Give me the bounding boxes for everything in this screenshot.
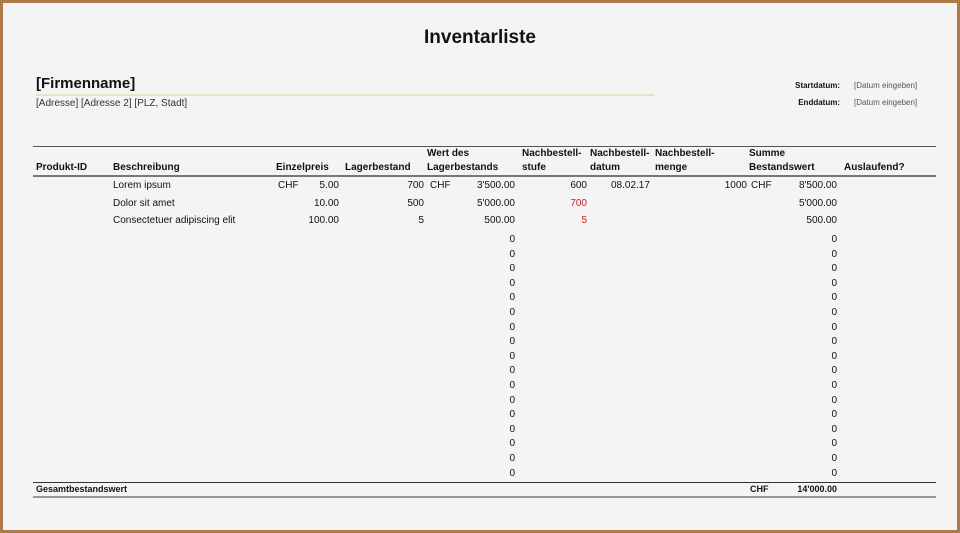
- empty-row-sum[interactable]: 0: [777, 234, 837, 246]
- header-summe-1: Summe: [749, 148, 786, 159]
- item-sum[interactable]: 500.00: [767, 215, 837, 227]
- header-stufe-1: Nachbestell-: [522, 148, 582, 159]
- empty-row-sum[interactable]: 0: [777, 249, 837, 261]
- header-wert-2: Lagerbestands: [427, 162, 499, 173]
- footer-top-line: [33, 482, 936, 483]
- empty-row-value[interactable]: 0: [455, 292, 515, 304]
- item-reorder-level[interactable]: 5: [537, 215, 587, 227]
- empty-row-sum[interactable]: 0: [777, 307, 837, 319]
- header-lagerbestand: Lagerbestand: [345, 162, 411, 173]
- footer-bottom-line: [33, 496, 936, 498]
- empty-row-value[interactable]: 0: [455, 263, 515, 275]
- empty-row-sum[interactable]: 0: [777, 395, 837, 407]
- item-reorder-qty[interactable]: 1000: [687, 180, 747, 192]
- item-description[interactable]: Consectetuer adipiscing elit: [113, 215, 235, 227]
- empty-row-value[interactable]: 0: [455, 322, 515, 334]
- header-bottom-line: [33, 175, 936, 177]
- item-description[interactable]: Lorem ipsum: [113, 180, 171, 192]
- start-date-field[interactable]: [Datum eingeben]: [854, 81, 917, 90]
- empty-row-value[interactable]: 0: [455, 453, 515, 465]
- start-date-label: Startdatum:: [795, 81, 840, 90]
- empty-row-value[interactable]: 0: [455, 249, 515, 261]
- empty-row-value[interactable]: 0: [455, 351, 515, 363]
- empty-row-sum[interactable]: 0: [777, 365, 837, 377]
- item-reorder-date[interactable]: 08.02.17: [611, 180, 650, 192]
- header-einzelpreis: Einzelpreis: [276, 162, 329, 173]
- item-value[interactable]: 3'500.00: [445, 180, 515, 192]
- item-sum[interactable]: 8'500.00: [767, 180, 837, 192]
- item-value[interactable]: 500.00: [445, 215, 515, 227]
- empty-row-value[interactable]: 0: [455, 278, 515, 290]
- empty-row-sum[interactable]: 0: [777, 453, 837, 465]
- header-top-line: [33, 146, 936, 147]
- header-wert-1: Wert des: [427, 148, 470, 159]
- end-date-field[interactable]: [Datum eingeben]: [854, 98, 917, 107]
- item-price[interactable]: 10.00: [289, 198, 339, 210]
- empty-row-value[interactable]: 0: [455, 395, 515, 407]
- empty-row-value[interactable]: 0: [455, 307, 515, 319]
- company-name[interactable]: [Firmenname]: [36, 75, 135, 92]
- item-price[interactable]: 100.00: [289, 215, 339, 227]
- header-produkt-id: Produkt-ID: [36, 162, 88, 173]
- end-date-label: Enddatum:: [798, 98, 840, 107]
- empty-row-sum[interactable]: 0: [777, 424, 837, 436]
- empty-row-sum[interactable]: 0: [777, 292, 837, 304]
- item-reorder-level[interactable]: 700: [537, 198, 587, 210]
- empty-row-value[interactable]: 0: [455, 365, 515, 377]
- item-stock[interactable]: 500: [364, 198, 424, 210]
- page-title: Inventarliste: [424, 27, 536, 48]
- empty-row-sum[interactable]: 0: [777, 351, 837, 363]
- company-address[interactable]: [Adresse] [Adresse 2] [PLZ, Stadt]: [36, 98, 187, 109]
- empty-row-sum[interactable]: 0: [777, 438, 837, 450]
- empty-row-sum[interactable]: 0: [777, 468, 837, 480]
- empty-row-value[interactable]: 0: [455, 234, 515, 246]
- inventory-sheet: Inventarliste [Firmenname] [Adresse] [Ad…: [0, 0, 960, 533]
- header-beschreibung: Beschreibung: [113, 162, 180, 173]
- total-value: 14'000.00: [797, 484, 837, 494]
- empty-row-sum[interactable]: 0: [777, 380, 837, 392]
- empty-row-sum[interactable]: 0: [777, 336, 837, 348]
- divider: [36, 94, 654, 96]
- header-datum-2: datum: [590, 162, 620, 173]
- total-label: Gesamtbestandswert: [36, 484, 128, 494]
- header-menge-2: menge: [655, 162, 688, 173]
- empty-row-sum[interactable]: 0: [777, 322, 837, 334]
- empty-row-sum[interactable]: 0: [777, 263, 837, 275]
- empty-row-sum[interactable]: 0: [777, 278, 837, 290]
- empty-row-value[interactable]: 0: [455, 409, 515, 421]
- header-auslaufend: Auslaufend?: [844, 162, 905, 173]
- header-datum-1: Nachbestell-: [590, 148, 650, 159]
- empty-row-value[interactable]: 0: [455, 438, 515, 450]
- item-sum[interactable]: 5'000.00: [767, 198, 837, 210]
- item-description[interactable]: Dolor sit amet: [113, 198, 175, 210]
- item-value[interactable]: 5'000.00: [445, 198, 515, 210]
- header-stufe-2: stufe: [522, 162, 546, 173]
- empty-row-value[interactable]: 0: [455, 424, 515, 436]
- item-stock[interactable]: 5: [364, 215, 424, 227]
- item-reorder-level[interactable]: 600: [537, 180, 587, 192]
- empty-row-value[interactable]: 0: [455, 380, 515, 392]
- empty-row-value[interactable]: 0: [455, 336, 515, 348]
- empty-row-value[interactable]: 0: [455, 468, 515, 480]
- item-stock[interactable]: 700: [364, 180, 424, 192]
- item-price[interactable]: 5.00: [289, 180, 339, 192]
- header-summe-2: Bestandswert: [749, 162, 815, 173]
- header-menge-1: Nachbestell-: [655, 148, 715, 159]
- empty-row-sum[interactable]: 0: [777, 409, 837, 421]
